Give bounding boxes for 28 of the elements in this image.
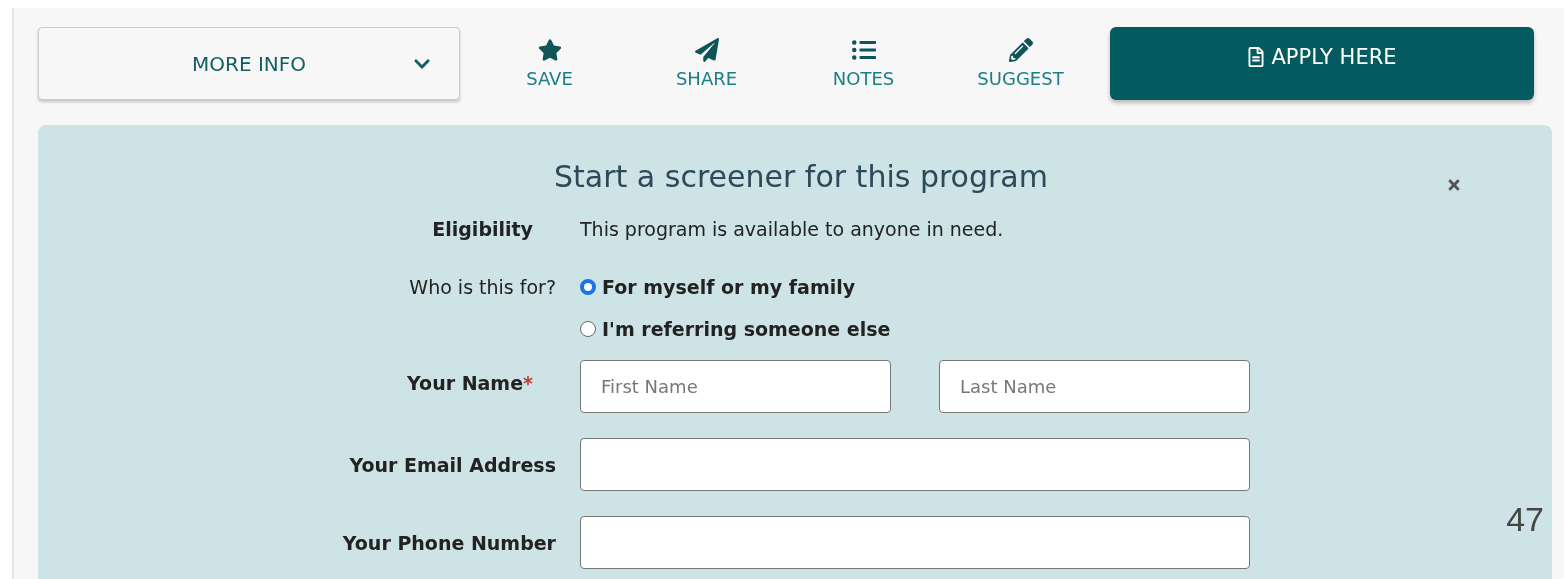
pencil-icon xyxy=(1008,38,1033,62)
radio-label[interactable]: For myself or my family xyxy=(602,276,856,298)
star-icon xyxy=(537,38,562,62)
field-label: Your Name* xyxy=(406,371,534,394)
panel-title: Start a screener for this program xyxy=(553,159,1048,194)
eligibility-text: This program is available to anyone in need. xyxy=(580,218,1005,240)
document-icon xyxy=(1247,47,1266,67)
field-label: Your Email Address xyxy=(348,453,556,476)
radio-button[interactable] xyxy=(580,321,596,337)
radio-label[interactable]: I'm referring someone else xyxy=(602,318,891,340)
field-label: Eligibility xyxy=(431,218,534,240)
name-input[interactable]: First Name xyxy=(580,360,891,413)
close-icon[interactable] xyxy=(1446,177,1462,193)
radio-button[interactable] xyxy=(580,279,596,295)
notes-button[interactable]: NOTES xyxy=(785,38,942,89)
apply-button[interactable]: APPLY HERE xyxy=(1110,27,1534,100)
page-number: 47 xyxy=(1506,500,1544,539)
share-button[interactable]: SHARE xyxy=(628,38,785,89)
save-button[interactable]: SAVE xyxy=(471,38,628,89)
field-label: Who is this for? xyxy=(408,276,556,298)
paper-plane-icon xyxy=(694,38,719,62)
suggest-button[interactable]: SUGGEST xyxy=(942,38,1099,89)
name-input[interactable]: Last Name xyxy=(939,360,1250,413)
more-info-dropdown[interactable]: MORE INFO xyxy=(38,27,460,100)
field-label: Your Phone Number xyxy=(341,531,556,554)
text-input[interactable] xyxy=(580,516,1250,569)
list-icon xyxy=(851,38,876,62)
text-input[interactable] xyxy=(580,438,1250,491)
